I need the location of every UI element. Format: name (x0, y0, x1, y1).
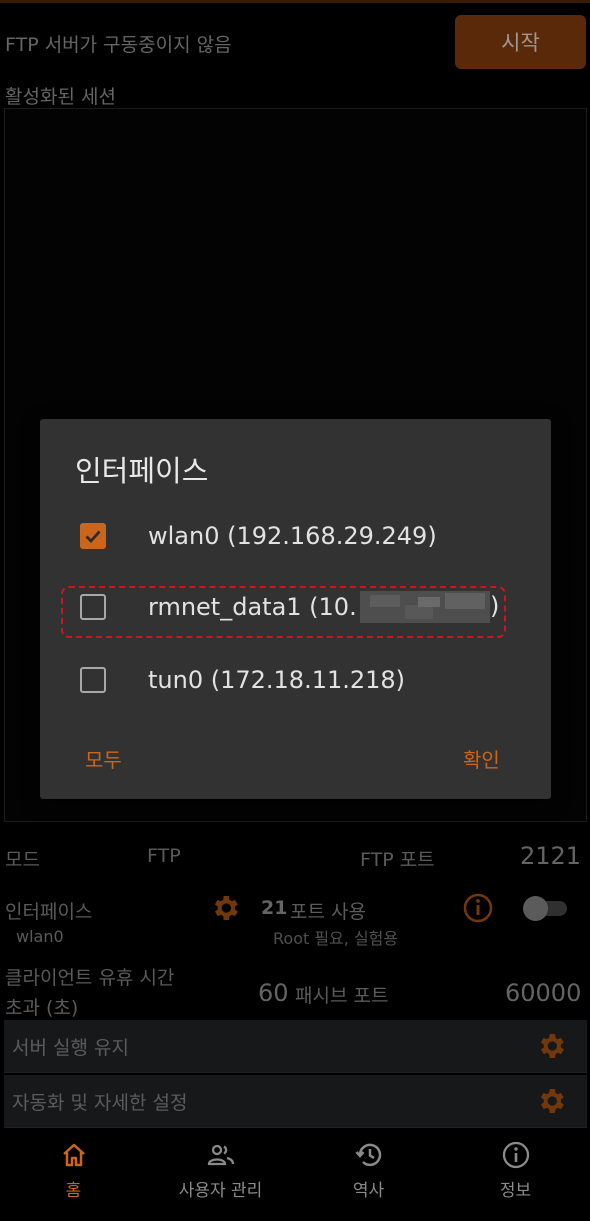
redacted-ip (360, 591, 490, 623)
option-wlan0[interactable]: wlan0 (192.168.29.249) (80, 521, 437, 551)
option-tun0-label: tun0 (172.18.11.218) (148, 666, 406, 694)
home-icon (0, 1140, 147, 1174)
history-icon (295, 1140, 442, 1174)
select-all-button[interactable]: 모두 (85, 744, 122, 773)
nav-users[interactable]: 사용자 관리 (147, 1140, 294, 1201)
option-tun0[interactable]: tun0 (172.18.11.218) (80, 665, 405, 695)
checkbox-checked-icon[interactable] (80, 523, 106, 549)
info-icon (442, 1140, 589, 1174)
nav-home-label: 홈 (65, 1181, 82, 1201)
nav-info[interactable]: 정보 (442, 1140, 589, 1201)
dialog-title: 인터페이스 (75, 454, 209, 488)
confirm-button[interactable]: 확인 (463, 744, 500, 773)
checkbox-unchecked-icon[interactable] (80, 594, 106, 620)
option-rmnet-data1[interactable]: rmnet_data1 (10. (80, 592, 357, 622)
nav-history-label: 역사 (352, 1181, 385, 1201)
nav-history[interactable]: 역사 (295, 1140, 442, 1201)
option-rmnet-data1-label: rmnet_data1 (10. (148, 593, 357, 621)
option-wlan0-label: wlan0 (192.168.29.249) (148, 522, 437, 550)
option-rmnet-data1-suffix: ) (490, 592, 500, 620)
nav-users-label: 사용자 관리 (178, 1181, 263, 1201)
checkbox-unchecked-icon[interactable] (80, 667, 106, 693)
nav-info-label: 정보 (499, 1181, 532, 1201)
nav-home[interactable]: 홈 (0, 1140, 147, 1201)
users-icon (147, 1140, 294, 1174)
